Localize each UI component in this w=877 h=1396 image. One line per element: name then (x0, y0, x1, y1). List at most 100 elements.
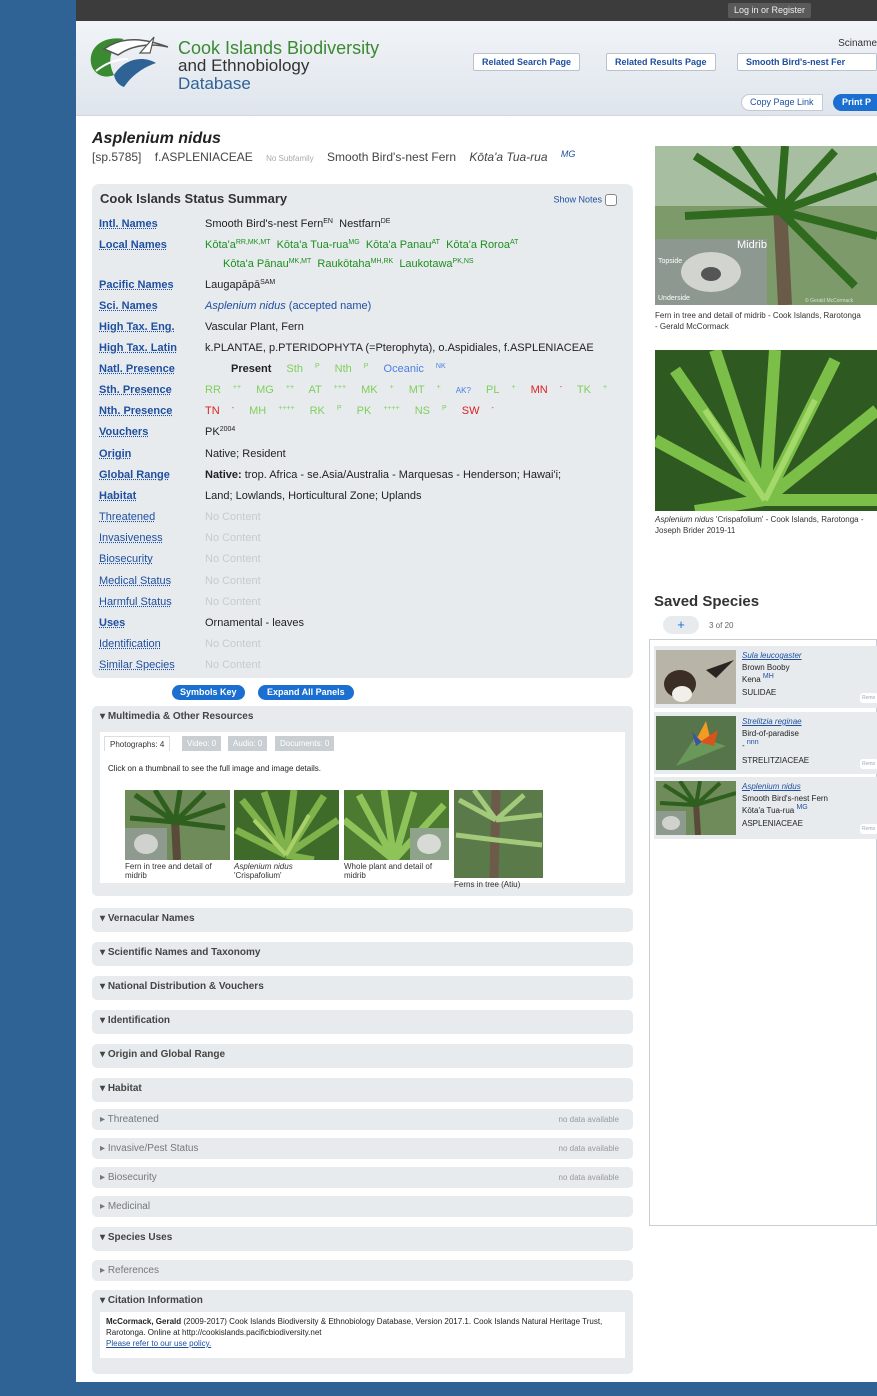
row-natl-presence: Natl. Presence Present Sth P Nth P Oceanic… (99, 363, 627, 379)
panel-biosecurity[interactable]: ▸ Biosecurity no data available (92, 1167, 633, 1188)
value-uses: Ornamental - leaves (205, 617, 305, 629)
panel-medicinal[interactable]: ▸ Medicinal (92, 1196, 633, 1217)
add-saved-species-button[interactable]: + (663, 616, 699, 634)
panel-vernacular-names[interactable]: ▾ Vernacular Names (92, 908, 633, 932)
sciname-label: Sciname (838, 38, 877, 49)
label-medical-status[interactable]: Medical Status (99, 575, 171, 587)
main-photo-fern-in-tree[interactable]: Midrib Topside Underside © Gerald McCorm… (655, 146, 877, 305)
tab-audio[interactable]: Audio: 0 (228, 736, 268, 751)
label-sth-presence[interactable]: Sth. Presence (99, 384, 172, 396)
value-medical-status: No Content (205, 575, 261, 587)
row-sth-presence: Sth. Presence RR ++ MG ++ AT +++ MK + MT + AK… (99, 384, 627, 400)
value-harmful-status: No Content (205, 596, 261, 608)
brown-booby-image (656, 650, 736, 704)
saved-item-sula[interactable]: Sula leucogaster Brown Booby Kena MH SUL… (654, 646, 877, 708)
panel-national-distribution[interactable]: ▾ National Distribution & Vouchers (92, 976, 633, 1000)
tab-photographs[interactable]: Photographs: 4 (104, 736, 171, 751)
label-pacific-names[interactable]: Pacific Names (99, 279, 174, 291)
photo-thumbnail-1[interactable]: Fern in tree and detail of midrib (125, 790, 230, 880)
tab-video[interactable]: Video: 0 (182, 736, 222, 751)
panel-references[interactable]: ▸ References (92, 1260, 633, 1281)
row-origin: Origin Native; Resident (99, 448, 627, 464)
label-local-names[interactable]: Local Names (99, 239, 167, 251)
row-intl-names: Intl. Names Smooth Bird's-nest FernEN Ne… (99, 218, 627, 234)
related-search-button[interactable]: Related Search Page (473, 53, 581, 71)
label-similar-species[interactable]: Similar Species (99, 659, 175, 671)
panel-identification[interactable]: ▾ Identification (92, 1010, 633, 1034)
show-notes-checkbox[interactable] (605, 194, 617, 206)
use-policy-link[interactable]: Please refer to our use policy. (106, 1339, 211, 1348)
label-habitat[interactable]: Habitat (99, 490, 136, 502)
thumbnail-hint: Click on a thumbnail to see the full ima… (108, 764, 322, 773)
label-threatened[interactable]: Threatened (99, 511, 155, 523)
symbols-key-button[interactable]: Symbols Key (172, 685, 245, 700)
label-identification[interactable]: Identification (99, 638, 161, 650)
species-name-button[interactable]: Smooth Bird's-nest Fer (737, 53, 877, 71)
label-sci-names[interactable]: Sci. Names (99, 300, 158, 312)
label-biosecurity[interactable]: Biosecurity (99, 553, 153, 565)
tab-documents[interactable]: Documents: 0 (275, 736, 335, 751)
value-threatened: No Content (205, 511, 261, 523)
value-natl-presence: Present Sth P Nth P Oceanic NK (231, 363, 446, 375)
multimedia-panel-title[interactable]: ▾ Multimedia & Other Resources (100, 711, 253, 722)
main-photo-crispafolium[interactable] (655, 350, 877, 511)
multimedia-content: Photographs: 4 Video: 0 Audio: 0 Documen… (100, 732, 625, 889)
top-bar: Log in or Register (76, 0, 877, 21)
photo-thumbnail-2[interactable]: Asplenium nidus 'Crispafolium' (234, 790, 339, 880)
photo-thumbnail-3[interactable]: Whole plant and detail of midrib (344, 790, 449, 880)
value-high-tax-eng: Vascular Plant, Fern (205, 321, 304, 333)
saved-species-list: Sula leucogaster Brown Booby Kena MH SUL… (649, 639, 877, 1226)
saved-item-strelitzia[interactable]: Strelitzia reginae Bird-of-paradise - nn… (654, 712, 877, 774)
saved-item-asplenium[interactable]: Asplenium nidus Smooth Bird's-nest Fern … (654, 777, 877, 839)
expand-all-panels-button[interactable]: Expand All Panels (258, 685, 354, 700)
panel-species-uses[interactable]: ▾ Species Uses (92, 1227, 633, 1251)
panel-threatened[interactable]: ▸ Threatened no data available (92, 1109, 633, 1130)
print-page-button[interactable]: Print P (833, 94, 877, 111)
value-local-names-line1: Kōta'aRR,MK,MT Kōta'a Tua-ruaMG Kōta'a P… (205, 239, 519, 251)
species-common-name: Smooth Bird's-nest Fern (327, 150, 457, 164)
label-high-tax-eng[interactable]: High Tax. Eng. (99, 321, 175, 333)
label-natl-presence[interactable]: Natl. Presence (99, 363, 175, 375)
row-high-tax-eng: High Tax. Eng. Vascular Plant, Fern (99, 321, 627, 337)
label-invasiveness[interactable]: Invasiveness (99, 532, 163, 544)
photo-credit-watermark: © Gerald McCormack (805, 297, 854, 304)
saved-sci-name-2[interactable]: Strelitzia reginae (742, 717, 802, 726)
copy-page-link-button[interactable]: Copy Page Link (741, 94, 823, 111)
saved-species-count: 3 of 20 (709, 621, 734, 630)
value-identification: No Content (205, 638, 261, 650)
value-invasiveness: No Content (205, 532, 261, 544)
panel-habitat[interactable]: ▾ Habitat (92, 1078, 633, 1102)
value-local-names-line2: Kōta'a PānauMK,MT RaukōtahaMH,RK Laukota… (223, 258, 474, 270)
value-habitat: Land; Lowlands, Horticultural Zone; Upla… (205, 490, 422, 502)
label-high-tax-latin[interactable]: High Tax. Latin (99, 342, 177, 354)
remove-saved-item-3[interactable]: Remo (860, 824, 877, 834)
remove-saved-item-2[interactable]: Remo (860, 759, 877, 769)
citation-panel-title[interactable]: ▾ Citation Information (100, 1295, 203, 1306)
value-biosecurity: No Content (205, 553, 261, 565)
logo-text[interactable]: Cook Islands Biodiversity and Ethnobiolo… (178, 39, 379, 93)
page: Log in or Register Cook Islands Biodiver… (76, 0, 877, 1382)
related-results-button[interactable]: Related Results Page (606, 53, 716, 71)
show-notes-toggle[interactable]: Show Notes (553, 194, 617, 206)
whole-plant-image (344, 790, 449, 860)
label-nth-presence[interactable]: Nth. Presence (99, 405, 172, 417)
bird-of-paradise-image (656, 716, 736, 770)
label-harmful-status[interactable]: Harmful Status (99, 596, 172, 608)
photo-caption-2: Asplenium nidus 'Crispafolium' (234, 862, 293, 880)
label-origin[interactable]: Origin (99, 448, 131, 460)
logo-line-1: Cook Islands Biodiversity (178, 38, 380, 58)
remove-saved-item-1[interactable]: Remo (860, 693, 877, 703)
label-uses[interactable]: Uses (99, 617, 125, 629)
saved-sci-name-3[interactable]: Asplenium nidus (742, 782, 801, 791)
logo-bird-leaf-icon[interactable] (84, 29, 174, 89)
panel-scientific-names[interactable]: ▾ Scientific Names and Taxonomy (92, 942, 633, 966)
label-global-range[interactable]: Global Range (99, 469, 170, 481)
login-register-link[interactable]: Log in or Register (728, 3, 812, 18)
row-nth-presence: Nth. Presence TN - MH ++++ RK P PK ++++ NS P … (99, 405, 627, 421)
panel-invasive-pest[interactable]: ▸ Invasive/Pest Status no data available (92, 1138, 633, 1159)
panel-origin-global-range[interactable]: ▾ Origin and Global Range (92, 1044, 633, 1068)
label-intl-names[interactable]: Intl. Names (99, 218, 158, 230)
label-vouchers[interactable]: Vouchers (99, 426, 148, 438)
photo-thumbnail-4[interactable]: Ferns in tree (Atiu) (454, 790, 559, 889)
saved-sci-name-1[interactable]: Sula leucogaster (742, 651, 802, 660)
